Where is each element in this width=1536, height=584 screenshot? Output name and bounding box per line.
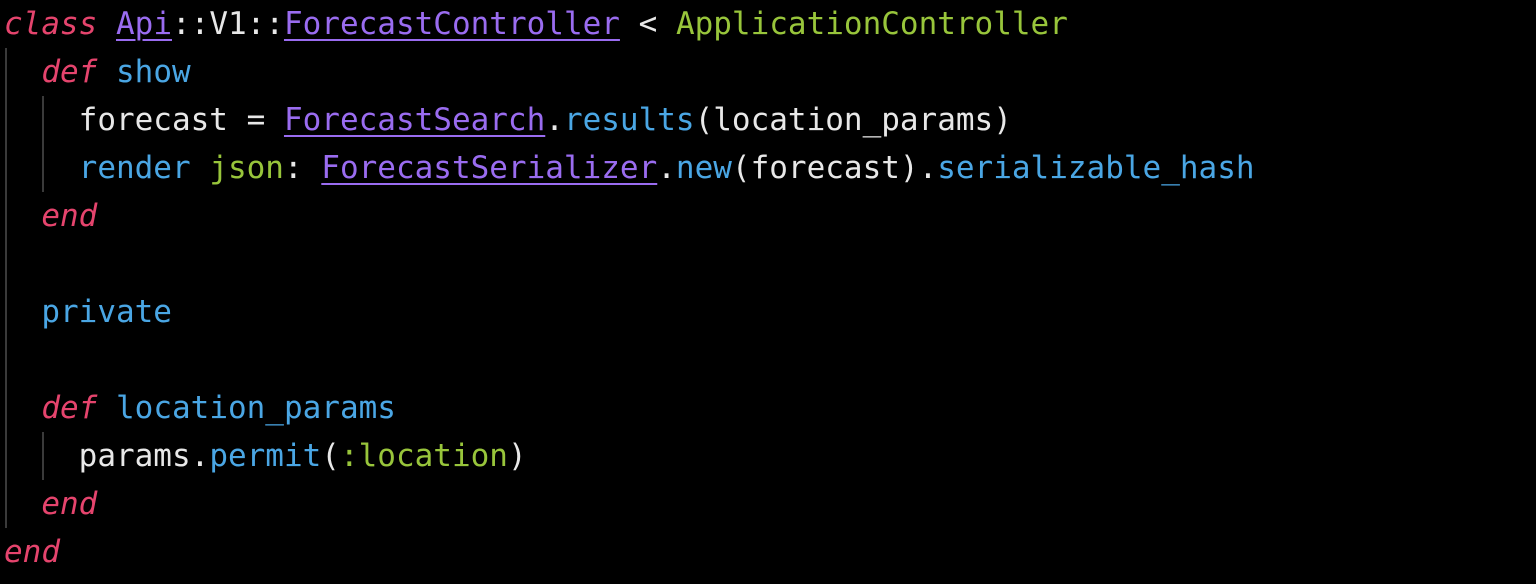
method-name-show: show <box>116 54 191 90</box>
code-line-10[interactable]: params.permit(:location) <box>4 432 527 480</box>
code-line-1[interactable]: class Api::V1::ForecastController < Appl… <box>4 0 1068 48</box>
method-serializable-hash: serializable_hash <box>937 150 1255 186</box>
keyword-end: end <box>41 486 98 522</box>
keyword-end: end <box>4 534 60 570</box>
method-results: results <box>563 102 695 138</box>
constant-forecast-search-link[interactable]: ForecastSearch <box>284 102 545 138</box>
dot: . <box>190 438 210 474</box>
symbol-location: :location <box>339 438 508 474</box>
hash-key-json: json <box>209 150 284 186</box>
code-line-7[interactable]: private <box>4 288 172 336</box>
code-editor[interactable]: class Api::V1::ForecastController < Appl… <box>0 0 1536 584</box>
dot: . <box>545 102 564 138</box>
dot: . <box>918 150 938 186</box>
close-paren: ) <box>507 438 527 474</box>
code-line-5[interactable]: end <box>4 192 97 240</box>
method-name-location-params: location_params <box>116 390 396 426</box>
keyword-def: def <box>41 390 98 426</box>
code-line-4[interactable]: render json: ForecastSerializer.new(fore… <box>4 144 1255 192</box>
constant-forecast-serializer-link[interactable]: ForecastSerializer <box>321 150 657 186</box>
call-args: (forecast) <box>731 150 919 186</box>
call-args: (location_params) <box>694 102 1012 138</box>
parent-class-name: ApplicationController <box>675 6 1068 42</box>
code-line-9[interactable]: def location_params <box>4 384 396 432</box>
open-paren: ( <box>321 438 340 474</box>
colon: : <box>283 150 322 186</box>
dot: . <box>657 150 676 186</box>
keyword-def: def <box>41 54 98 90</box>
assignment: forecast = <box>78 102 284 138</box>
inherit-operator: < <box>619 6 676 42</box>
method-render: render <box>78 150 191 186</box>
code-line-3[interactable]: forecast = ForecastSearch.results(locati… <box>4 96 1012 144</box>
namespace-separator: ::V1:: <box>172 6 284 42</box>
receiver-params: params <box>78 438 191 474</box>
method-permit: permit <box>209 438 322 474</box>
constant-forecast-controller-link[interactable]: ForecastController <box>284 6 620 42</box>
method-new: new <box>675 150 732 186</box>
keyword-end: end <box>41 198 98 234</box>
keyword-private: private <box>41 294 172 330</box>
code-line-12[interactable]: end <box>4 528 60 576</box>
code-line-11[interactable]: end <box>4 480 97 528</box>
code-line-2[interactable]: def show <box>4 48 191 96</box>
keyword-class: class <box>4 6 98 42</box>
constant-api-link[interactable]: Api <box>116 6 172 42</box>
